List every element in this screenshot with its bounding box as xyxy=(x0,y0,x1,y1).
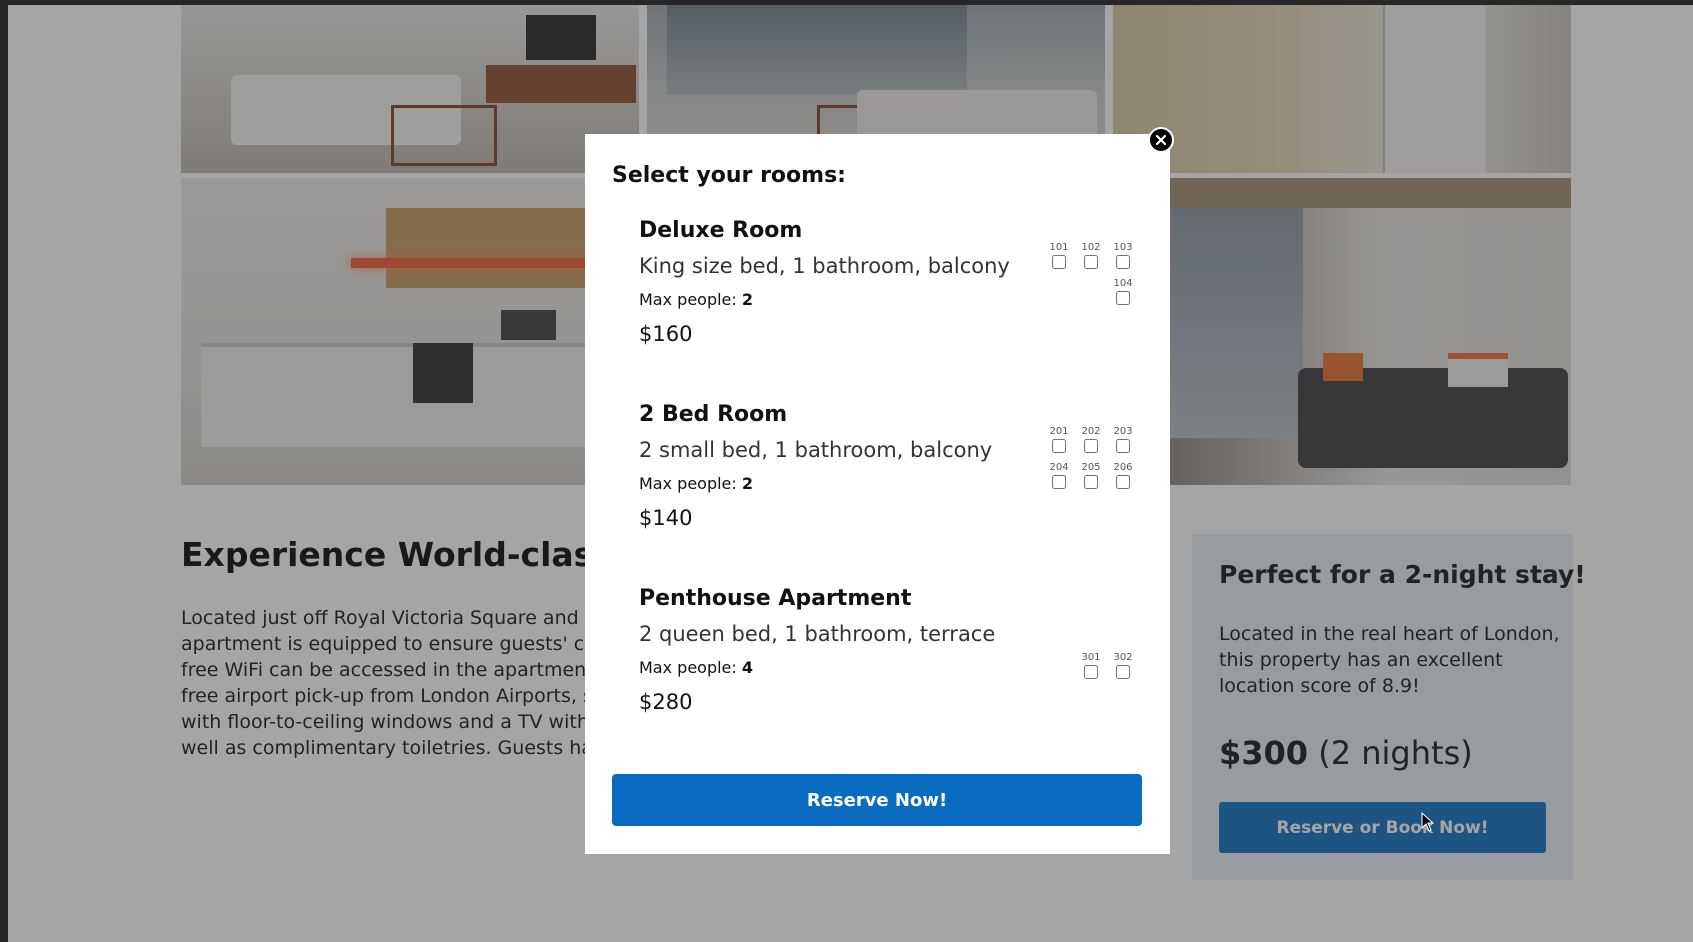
room-number-label: 301 xyxy=(1081,652,1101,663)
room-selection-modal: Select your rooms: Deluxe Room King size… xyxy=(585,134,1170,854)
room-checkbox-203[interactable] xyxy=(1116,439,1130,453)
room-number-label: 205 xyxy=(1081,462,1101,473)
close-icon xyxy=(1156,135,1166,145)
room-card-2-bed: 2 Bed Room 2 small bed, 1 bathroom, balc… xyxy=(639,402,1139,552)
room-checkbox-301[interactable] xyxy=(1084,665,1098,679)
room-number-label: 204 xyxy=(1049,462,1069,473)
room-checkbox-104[interactable] xyxy=(1116,291,1130,305)
max-people-label: Max people: xyxy=(639,290,737,309)
max-people-value: 4 xyxy=(741,658,754,677)
room-option-205[interactable]: 205 xyxy=(1075,462,1107,489)
room-card-deluxe: Deluxe Room King size bed, 1 bathroom, b… xyxy=(639,218,1139,368)
room-option-103[interactable]: 103 xyxy=(1107,242,1139,269)
room-description: King size bed, 1 bathroom, balcony xyxy=(639,254,1010,278)
room-number-label: 203 xyxy=(1113,426,1133,437)
room-number-label: 206 xyxy=(1113,462,1133,473)
room-checkbox-202[interactable] xyxy=(1084,439,1098,453)
max-people-label: Max people: xyxy=(639,474,737,493)
room-description: 2 queen bed, 1 bathroom, terrace xyxy=(639,622,996,646)
room-price: $140 xyxy=(639,506,693,530)
modal-close-button[interactable] xyxy=(1148,127,1174,153)
room-description: 2 small bed, 1 bathroom, balcony xyxy=(639,438,993,462)
room-checkbox-101[interactable] xyxy=(1052,255,1066,269)
room-number-options: 201 202 203 204 205 206 xyxy=(1041,426,1139,498)
room-max-people: Max people: 4 xyxy=(639,658,753,677)
room-option-206[interactable]: 206 xyxy=(1107,462,1139,489)
room-card-penthouse: Penthouse Apartment 2 queen bed, 1 bathr… xyxy=(639,586,1139,736)
room-max-people: Max people: 2 xyxy=(639,474,753,493)
room-checkbox-205[interactable] xyxy=(1084,475,1098,489)
room-option-301[interactable]: 301 xyxy=(1075,652,1107,679)
room-name: Deluxe Room xyxy=(639,218,803,243)
room-option-202[interactable]: 202 xyxy=(1075,426,1107,453)
room-option-203[interactable]: 203 xyxy=(1107,426,1139,453)
room-number-label: 302 xyxy=(1113,652,1133,663)
room-number-label: 102 xyxy=(1081,242,1101,253)
room-option-102[interactable]: 102 xyxy=(1075,242,1107,269)
room-name: Penthouse Apartment xyxy=(639,586,912,611)
mouse-pointer-icon xyxy=(1421,812,1435,832)
room-option-201[interactable]: 201 xyxy=(1043,426,1075,453)
room-number-label: 201 xyxy=(1049,426,1069,437)
room-number-options: 101 102 103 104 xyxy=(1041,242,1139,314)
reserve-now-button[interactable]: Reserve Now! xyxy=(612,774,1142,826)
room-price: $160 xyxy=(639,322,693,346)
max-people-label: Max people: xyxy=(639,658,737,677)
room-max-people: Max people: 2 xyxy=(639,290,753,309)
room-number-label: 202 xyxy=(1081,426,1101,437)
room-number-label: 104 xyxy=(1113,278,1133,289)
room-checkbox-103[interactable] xyxy=(1116,255,1130,269)
room-checkbox-206[interactable] xyxy=(1116,475,1130,489)
room-option-204[interactable]: 204 xyxy=(1043,462,1075,489)
room-option-302[interactable]: 302 xyxy=(1107,652,1139,679)
room-number-options: 301 302 xyxy=(1041,652,1139,688)
room-checkbox-302[interactable] xyxy=(1116,665,1130,679)
room-checkbox-102[interactable] xyxy=(1084,255,1098,269)
room-option-101[interactable]: 101 xyxy=(1043,242,1075,269)
room-number-label: 103 xyxy=(1113,242,1133,253)
room-checkbox-201[interactable] xyxy=(1052,439,1066,453)
room-name: 2 Bed Room xyxy=(639,402,788,427)
room-option-104[interactable]: 104 xyxy=(1107,278,1139,305)
room-checkbox-204[interactable] xyxy=(1052,475,1066,489)
room-price: $280 xyxy=(639,690,693,714)
modal-title: Select your rooms: xyxy=(612,163,846,188)
max-people-value: 2 xyxy=(741,474,754,493)
room-number-label: 101 xyxy=(1049,242,1069,253)
max-people-value: 2 xyxy=(741,290,754,309)
